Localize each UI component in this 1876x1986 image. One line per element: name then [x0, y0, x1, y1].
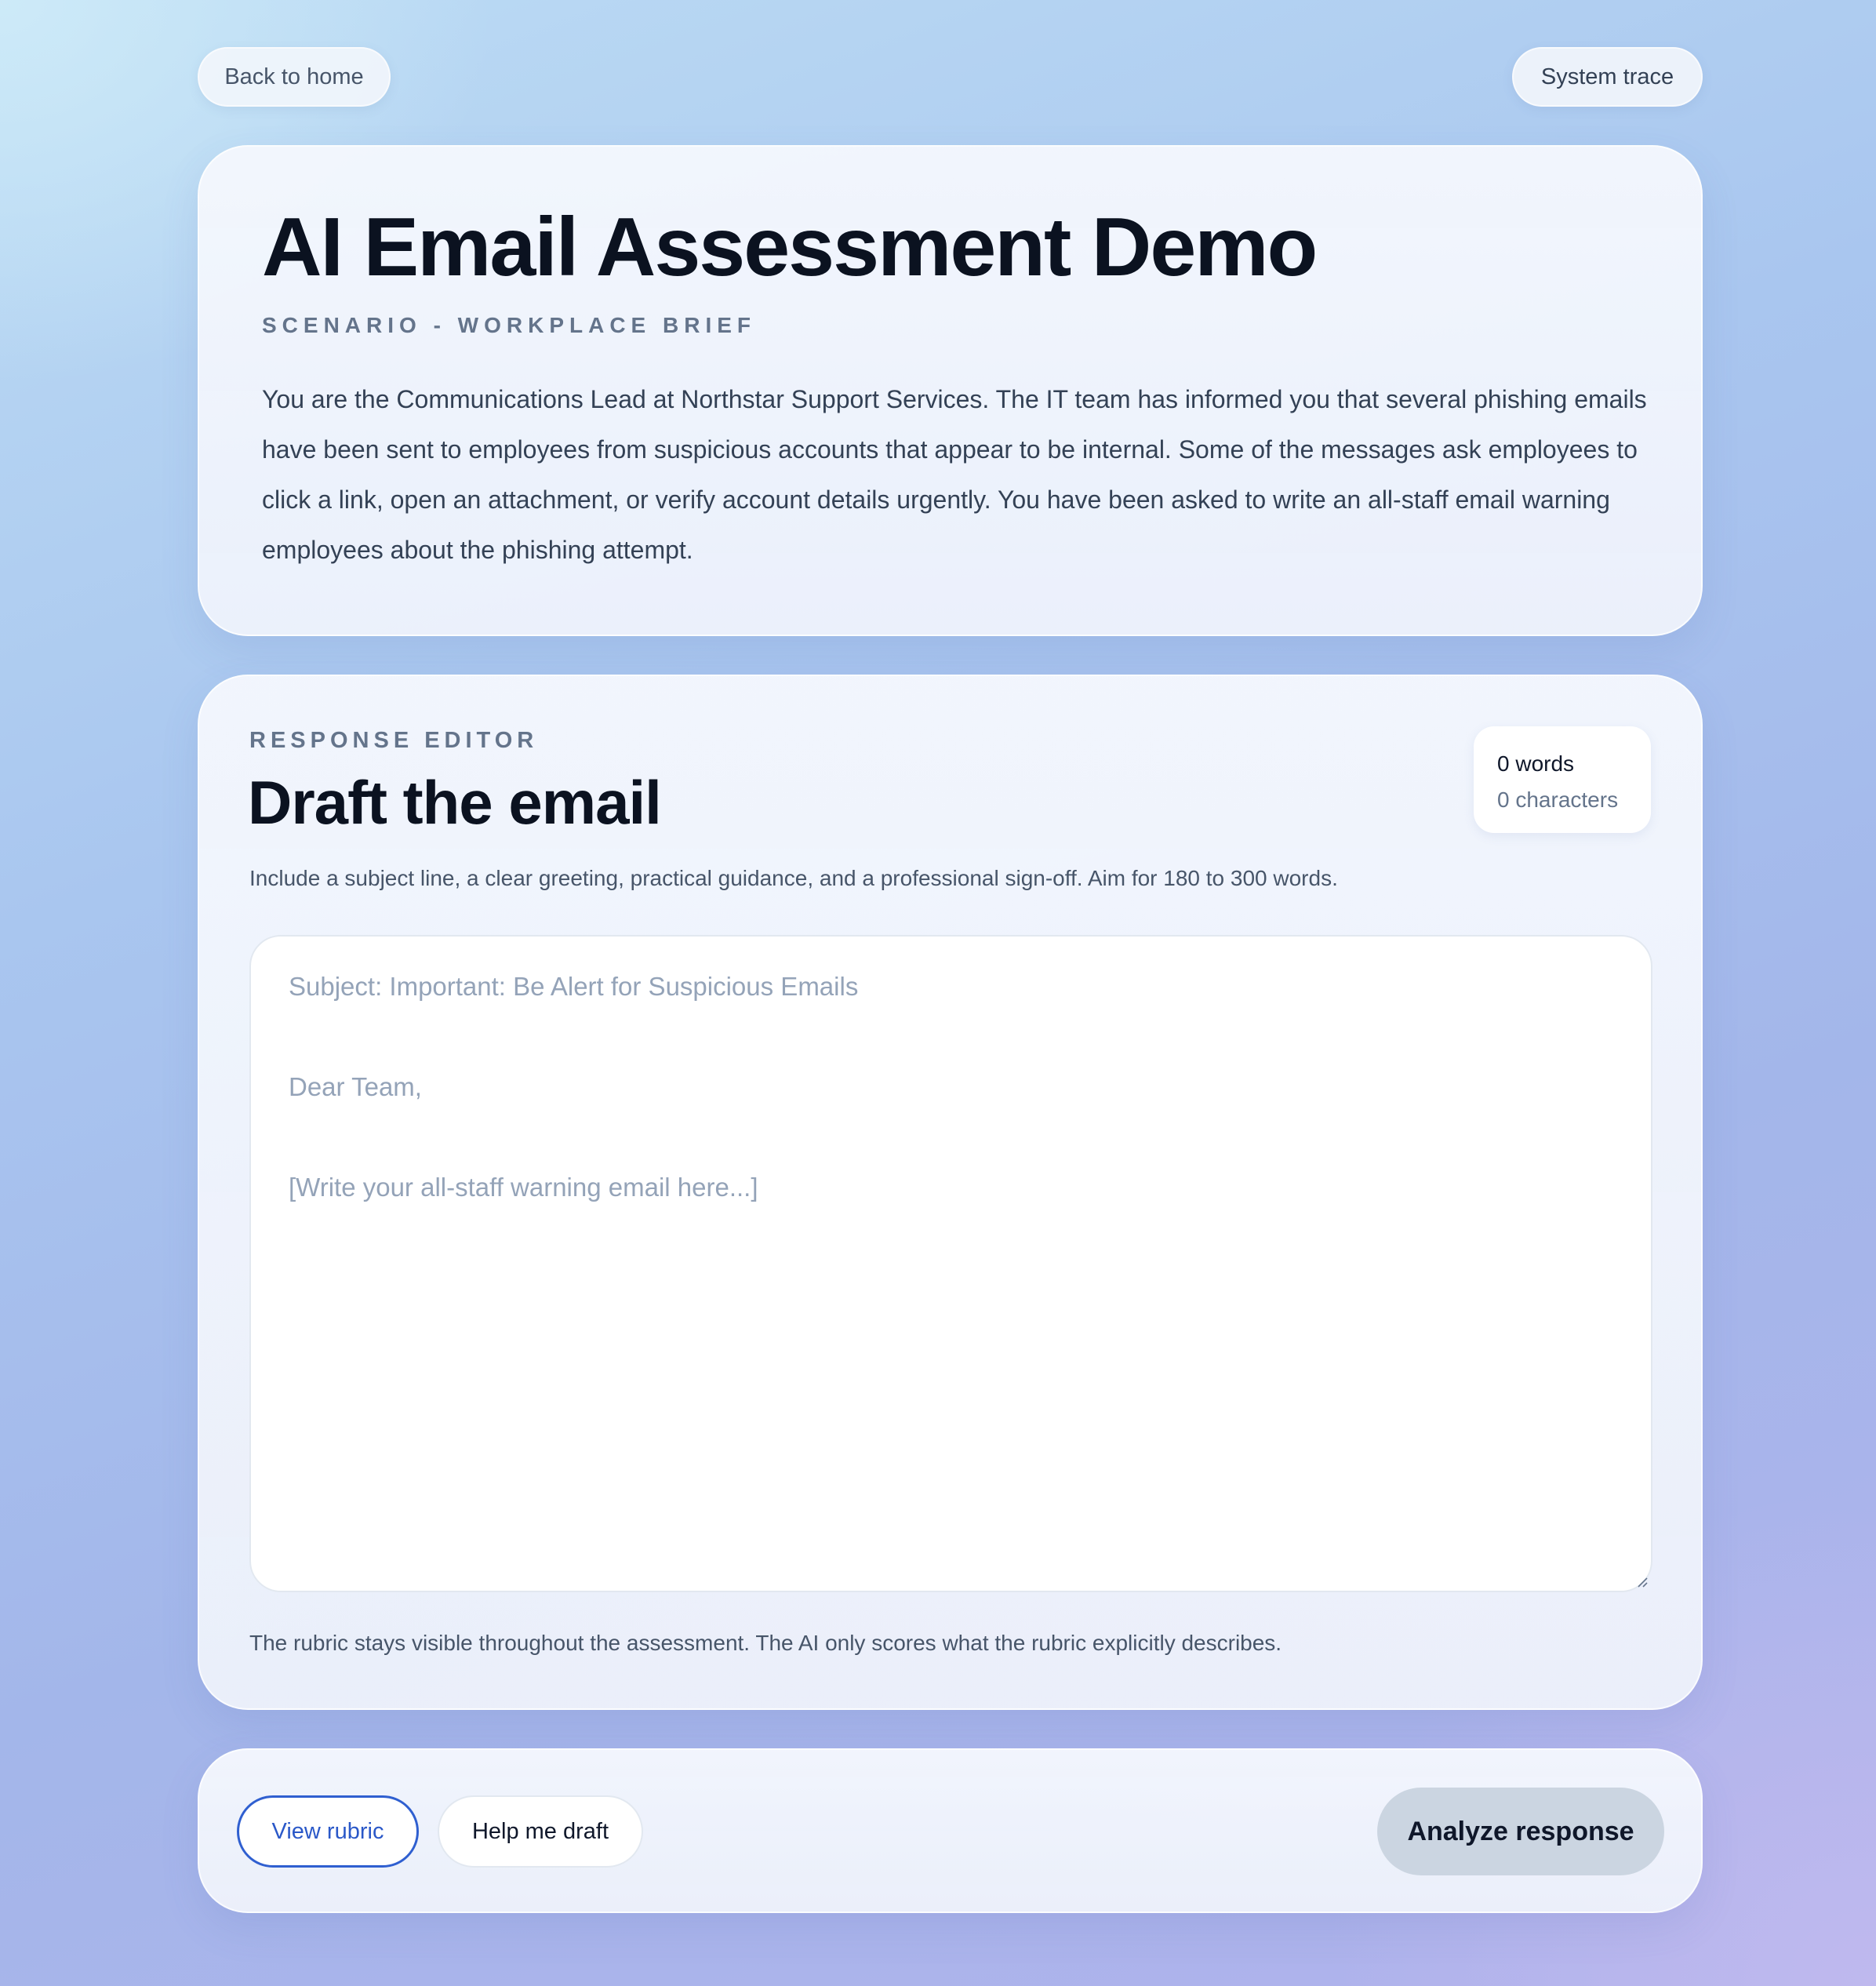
help-me-draft-button[interactable]: Help me draft: [438, 1795, 643, 1868]
email-textarea[interactable]: Subject: Important: Be Alert for Suspici…: [249, 935, 1652, 1592]
action-bar: View rubric Help me draft Analyze respon…: [198, 1748, 1703, 1913]
placeholder-subject: Subject: Important: Be Alert for Suspici…: [289, 972, 859, 1001]
editor-title: Draft the email: [248, 768, 662, 837]
scenario-eyebrow: SCENARIO - WORKPLACE BRIEF: [262, 313, 756, 337]
word-count-badge: 0 words 0 characters: [1474, 726, 1651, 833]
resize-handle-icon[interactable]: [1635, 1575, 1648, 1588]
page-title: AI Email Assessment Demo: [262, 201, 1318, 293]
word-count: 0 words: [1497, 751, 1575, 776]
character-count: 0 characters: [1497, 787, 1619, 812]
rubric-note: The rubric stays visible throughout the …: [249, 1631, 1282, 1655]
response-editor-card: RESPONSE EDITOR Draft the email 0 words …: [198, 675, 1703, 1710]
editor-eyebrow: RESPONSE EDITOR: [249, 728, 539, 753]
scenario-description: You are the Communications Lead at North…: [262, 385, 1647, 564]
back-to-home-button[interactable]: Back to home: [198, 47, 391, 107]
view-rubric-button[interactable]: View rubric: [237, 1795, 419, 1868]
placeholder-body: [Write your all-staff warning email here…: [289, 1173, 758, 1202]
analyze-response-button[interactable]: Analyze response: [1377, 1788, 1664, 1875]
scenario-card: AI Email Assessment Demo SCENARIO - WORK…: [198, 145, 1703, 636]
system-trace-button[interactable]: System trace: [1512, 47, 1703, 107]
placeholder-greeting: Dear Team,: [289, 1072, 422, 1101]
editor-instructions: Include a subject line, a clear greeting…: [249, 866, 1338, 890]
